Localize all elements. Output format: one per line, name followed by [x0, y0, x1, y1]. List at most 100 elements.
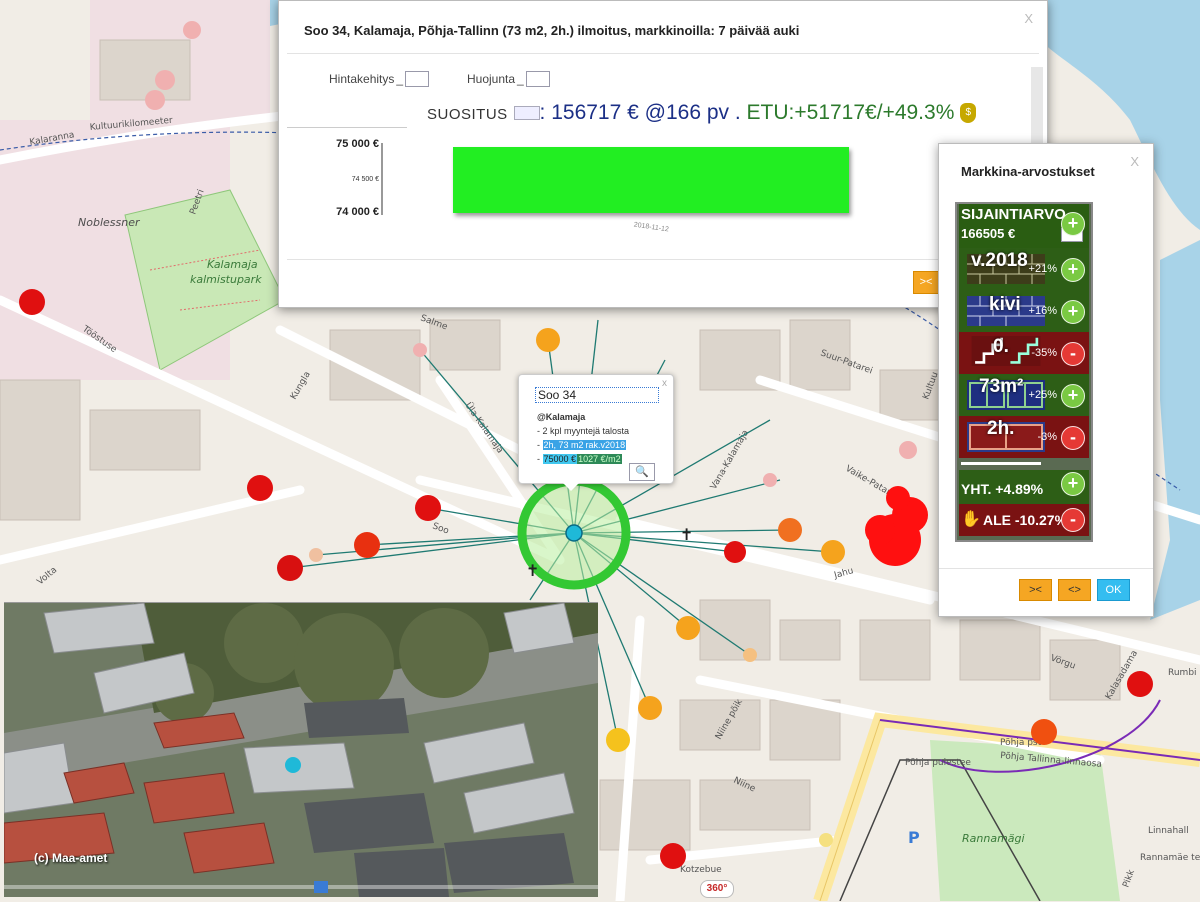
- document-icon: [405, 71, 430, 87]
- ok-button[interactable]: OK: [1097, 579, 1130, 601]
- popup-price: 75000 €: [542, 454, 578, 464]
- label-soo: Soo: [431, 521, 451, 536]
- parking-icon: P: [908, 828, 920, 847]
- location-value: 166505 €: [961, 226, 1016, 241]
- label-vana-kalamaja: Vana-Kalamaja: [709, 428, 751, 491]
- collapse-button[interactable]: ><: [913, 271, 939, 294]
- factor-label: 0.: [993, 336, 1009, 357]
- location-value-row: SIJAINTIARVO 166505 € +: [959, 204, 1089, 248]
- label-linnahall: Linnahall: [1148, 826, 1189, 836]
- popup-area: @Kalamaja: [537, 412, 586, 422]
- popup-build-year: rak.v2018: [584, 440, 627, 450]
- discount-label: ALE -10.27%: [983, 512, 1068, 528]
- factor-percent: -3%: [1037, 431, 1057, 443]
- dialog-content: Hintakehitys _ Huojunta _ SUOSITUS : 156…: [287, 59, 1037, 259]
- panorama-button[interactable]: 360°: [700, 880, 734, 898]
- label-kotzebue: Kotzebue: [680, 865, 722, 875]
- church-icon-2: ✝: [526, 563, 539, 580]
- y-tick-label: 75 000 €: [336, 138, 379, 150]
- expand-button[interactable]: <>: [1058, 579, 1091, 601]
- label-rannamagi: Rannamägi: [962, 832, 1025, 845]
- location-label: SIJAINTIARVO: [961, 206, 1066, 223]
- recommendation-line: SUOSITUS : 156717 € @166 pv . ETU:+51717…: [427, 101, 977, 125]
- factor-plus-button[interactable]: +: [1061, 384, 1085, 408]
- total-row: YHT. +4.89% +: [959, 470, 1089, 504]
- popup-unit-info: - 2h, 73 m2 rak.v2018: [537, 440, 627, 450]
- divider: [961, 462, 1041, 465]
- factor-label: v.2018: [971, 250, 1028, 271]
- popup-price-per-m2: 1027 €/m2: [577, 454, 622, 464]
- factor-row-year: v.2018 +21% +: [959, 248, 1089, 290]
- tab-price-history[interactable]: Hintakehitys _: [329, 71, 430, 87]
- factor-percent: +16%: [1028, 305, 1057, 317]
- panel-close-button[interactable]: X: [1130, 154, 1139, 169]
- factor-row-area: 73m² +25% +: [959, 374, 1089, 416]
- popup-close-button[interactable]: x: [662, 378, 667, 389]
- valuation-panel: Markkina-arvostukset X SIJAINTIARVO 1665…: [938, 143, 1154, 617]
- factor-minus-button[interactable]: -: [1061, 426, 1085, 450]
- listing-dialog: Soo 34, Kalamaja, Põhja-Tallinn (73 m2, …: [278, 0, 1048, 308]
- popup-sales-count: - 2 kpl myyntejä talosta: [537, 426, 630, 436]
- tab-underline: [287, 127, 407, 128]
- factor-plus-button[interactable]: +: [1061, 258, 1085, 282]
- factor-percent: +21%: [1028, 263, 1057, 275]
- chart-bar: [453, 147, 849, 213]
- listing-title: Soo 34, Kalamaja, Põhja-Tallinn (73 m2, …: [304, 23, 800, 38]
- factor-percent: -35%: [1031, 347, 1057, 359]
- factor-label: 73m²: [979, 376, 1024, 397]
- zoom-icon[interactable]: 🔍: [629, 463, 655, 481]
- total-plus-button[interactable]: +: [1061, 472, 1085, 496]
- discount-minus-button[interactable]: -: [1061, 508, 1085, 532]
- search-icon[interactable]: [513, 106, 540, 121]
- property-popup: Soo 34 x @Kalamaja - 2 kpl myyntejä talo…: [518, 374, 674, 491]
- popup-title: Soo 34: [535, 387, 659, 403]
- recommended-price: 156717 € @166 pv: [551, 101, 730, 124]
- money-bag-icon: $: [960, 103, 977, 124]
- recommendation-label: SUOSITUS: [427, 106, 508, 123]
- valuation-title: Markkina-arvostukset: [961, 164, 1095, 179]
- popup-price-info: - 75000 €1027 €/m2: [537, 454, 622, 464]
- factor-label: 2h.: [987, 418, 1015, 439]
- total-label: YHT. +4.89%: [961, 481, 1044, 497]
- price-chart: 75 000 € 74 500 € 74 000 € 2018-11-12: [336, 138, 849, 234]
- label-pohja-puiestee: Põhja puiestee: [905, 758, 971, 768]
- church-icon: ✝: [680, 527, 693, 544]
- valuation-factors: SIJAINTIARVO 166505 € + v.2018 +21% + ki…: [955, 202, 1093, 542]
- factor-plus-button[interactable]: +: [1061, 300, 1085, 324]
- hand-icon: ✋: [961, 511, 981, 528]
- label-kalmistupark-1: Kalamaja: [207, 258, 258, 271]
- divider: [287, 53, 1039, 54]
- y-tick-label: 74 000 €: [336, 206, 379, 218]
- divider: [287, 259, 1039, 260]
- aerial-photo[interactable]: (c) Maa-amet: [3, 602, 598, 897]
- label-rumbi: Rumbi: [1168, 668, 1197, 678]
- collapse-button[interactable]: ><: [1019, 579, 1052, 601]
- sea-right: [1150, 240, 1200, 620]
- popup-unit-size: 2h, 73 m2: [542, 440, 585, 450]
- tab-variation[interactable]: Huojunta _: [467, 71, 550, 87]
- factor-row-floor: 0. -35% -: [959, 332, 1089, 374]
- dialog-close-button[interactable]: X: [1024, 11, 1033, 26]
- tab-price-history-label: Hintakehitys: [329, 72, 395, 86]
- discount-row: ✋ ALE -10.27% -: [959, 504, 1089, 536]
- label-pikk: Pikk: [1121, 868, 1137, 889]
- factor-row-material: kivi +16% +: [959, 290, 1089, 332]
- target-property-marker: [565, 524, 583, 542]
- divider: [939, 568, 1153, 569]
- x-tick-label: 2018-11-12: [633, 222, 669, 234]
- location-plus-button[interactable]: +: [1061, 212, 1085, 236]
- factor-minus-button[interactable]: -: [1061, 342, 1085, 366]
- document-icon: [525, 71, 550, 87]
- label-kalmistupark-2: kalmistupark: [190, 273, 262, 286]
- label-kungla: Kungla: [289, 370, 313, 401]
- scroll-handle[interactable]: [314, 881, 328, 893]
- aerial-credit: (c) Maa-amet: [34, 851, 108, 865]
- factor-label: kivi: [989, 294, 1021, 315]
- y-tick-label: 74 500 €: [352, 176, 379, 183]
- aerial-scrollbar[interactable]: [4, 881, 598, 893]
- label-rannamae-tee: Rannamäe tee: [1140, 853, 1200, 863]
- label-volta: Volta: [36, 565, 60, 587]
- label-noblessner: Noblessner: [78, 216, 141, 229]
- tab-variation-label: Huojunta: [467, 72, 516, 86]
- factor-percent: +25%: [1028, 389, 1057, 401]
